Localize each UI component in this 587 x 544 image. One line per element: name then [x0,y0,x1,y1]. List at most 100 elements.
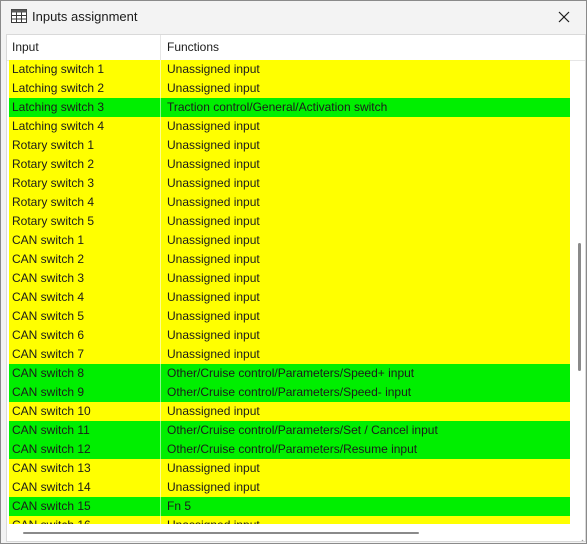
cell-divider [160,421,161,440]
input-cell: CAN switch 10 [12,404,91,418]
table-row[interactable]: Rotary switch 1 Unassigned input [9,136,570,155]
function-cell: Unassigned input [167,518,260,524]
input-cell: CAN switch 14 [12,480,91,494]
input-cell: CAN switch 3 [12,271,85,285]
function-cell: Unassigned input [167,119,260,133]
table-row[interactable]: CAN switch 10 Unassigned input [9,402,570,421]
function-cell: Unassigned input [167,81,260,95]
column-header-functions[interactable]: Functions [167,40,219,54]
function-cell: Unassigned input [167,233,260,247]
table-row[interactable]: CAN switch 3 Unassigned input [9,269,570,288]
function-cell: Unassigned input [167,157,260,171]
cell-divider [160,516,161,524]
function-cell: Unassigned input [167,271,260,285]
cell-divider [160,250,161,269]
input-cell: CAN switch 7 [12,347,85,361]
cell-divider [160,231,161,250]
table-row[interactable]: Latching switch 1 Unassigned input [9,60,570,79]
input-cell: CAN switch 13 [12,461,91,475]
function-cell: Unassigned input [167,176,260,190]
function-cell: Unassigned input [167,480,260,494]
table-row[interactable]: CAN switch 2 Unassigned input [9,250,570,269]
input-cell: Rotary switch 1 [12,138,95,152]
cell-divider [160,478,161,497]
table-row[interactable]: Rotary switch 2 Unassigned input [9,155,570,174]
table-row[interactable]: Rotary switch 3 Unassigned input [9,174,570,193]
input-cell: Rotary switch 2 [12,157,95,171]
vertical-scrollbar[interactable] [578,243,581,371]
assignment-table: Input Functions Latching switch 1 Unassig… [6,34,586,542]
cell-divider [160,155,161,174]
table-row[interactable]: CAN switch 9 Other/Cruise control/Paramet… [9,383,570,402]
input-cell: Latching switch 4 [12,119,105,133]
cell-divider [160,307,161,326]
function-cell: Unassigned input [167,347,260,361]
cell-divider [160,364,161,383]
cell-divider [160,136,161,155]
close-button[interactable] [542,1,586,33]
cell-divider [160,98,161,117]
cell-divider [160,79,161,98]
horizontal-scrollbar[interactable] [23,532,419,534]
table-row[interactable]: CAN switch 6 Unassigned input [9,326,570,345]
table-row[interactable]: CAN switch 11 Other/Cruise control/Parame… [9,421,570,440]
table-row[interactable]: CAN switch 13 Unassigned input [9,459,570,478]
table-row[interactable]: CAN switch 4 Unassigned input [9,288,570,307]
input-cell: CAN switch 9 [12,385,85,399]
cell-divider [160,326,161,345]
table-row[interactable]: CAN switch 12 Other/Cruise control/Parame… [9,440,570,459]
function-cell: Other/Cruise control/Parameters/Resume i… [167,442,418,456]
table-header: Input Functions [7,35,585,61]
table-row[interactable]: CAN switch 14 Unassigned input [9,478,570,497]
resize-grip-icon[interactable] [576,532,584,541]
input-cell: CAN switch 8 [12,366,85,380]
window-title: Inputs assignment [32,9,138,24]
table-row[interactable]: CAN switch 1 Unassigned input [9,231,570,250]
cell-divider [160,440,161,459]
table-row[interactable]: Latching switch 3 Traction control/Genera… [9,98,570,117]
function-cell: Unassigned input [167,62,260,76]
cell-divider [160,193,161,212]
input-cell: Latching switch 1 [12,62,105,76]
input-cell: CAN switch 11 [12,423,90,437]
table-row[interactable]: Latching switch 4 Unassigned input [9,117,570,136]
input-cell: CAN switch 2 [12,252,85,266]
close-icon [558,11,570,23]
cell-divider [160,345,161,364]
input-cell: Rotary switch 3 [12,176,95,190]
column-divider[interactable] [160,35,161,60]
input-cell: CAN switch 4 [12,290,85,304]
cell-divider [160,269,161,288]
function-cell: Traction control/General/Activation swit… [167,100,388,114]
function-cell: Unassigned input [167,461,260,475]
input-cell: Rotary switch 5 [12,214,95,228]
input-cell: CAN switch 15 [12,499,91,513]
cell-divider [160,459,161,478]
column-header-input[interactable]: Input [12,40,39,54]
function-cell: Unassigned input [167,214,260,228]
table-row[interactable]: Latching switch 2 Unassigned input [9,79,570,98]
cell-divider [160,497,161,516]
table-row[interactable]: Rotary switch 5 Unassigned input [9,212,570,231]
input-cell: CAN switch 6 [12,328,85,342]
input-cell: Latching switch 2 [12,81,105,95]
table-row[interactable]: CAN switch 5 Unassigned input [9,307,570,326]
input-cell: CAN switch 1 [12,233,85,247]
table-row[interactable]: Rotary switch 4 Unassigned input [9,193,570,212]
cell-divider [160,402,161,421]
table-row[interactable]: CAN switch 8 Other/Cruise control/Paramet… [9,364,570,383]
table-body: Latching switch 1 Unassigned input Latchin… [9,60,570,524]
table-row[interactable]: CAN switch 16 Unassigned input [9,516,570,524]
cell-divider [160,117,161,136]
input-cell: CAN switch 16 [12,518,91,524]
function-cell: Fn 5 [167,499,192,513]
input-cell: CAN switch 12 [12,442,91,456]
function-cell: Unassigned input [167,290,260,304]
input-cell: CAN switch 5 [12,309,85,323]
cell-divider [160,383,161,402]
title-bar[interactable]: Inputs assignment [1,1,586,33]
cell-divider [160,60,161,79]
function-cell: Unassigned input [167,195,260,209]
table-row[interactable]: CAN switch 7 Unassigned input [9,345,570,364]
table-row[interactable]: CAN switch 15 Fn 5 [9,497,570,516]
